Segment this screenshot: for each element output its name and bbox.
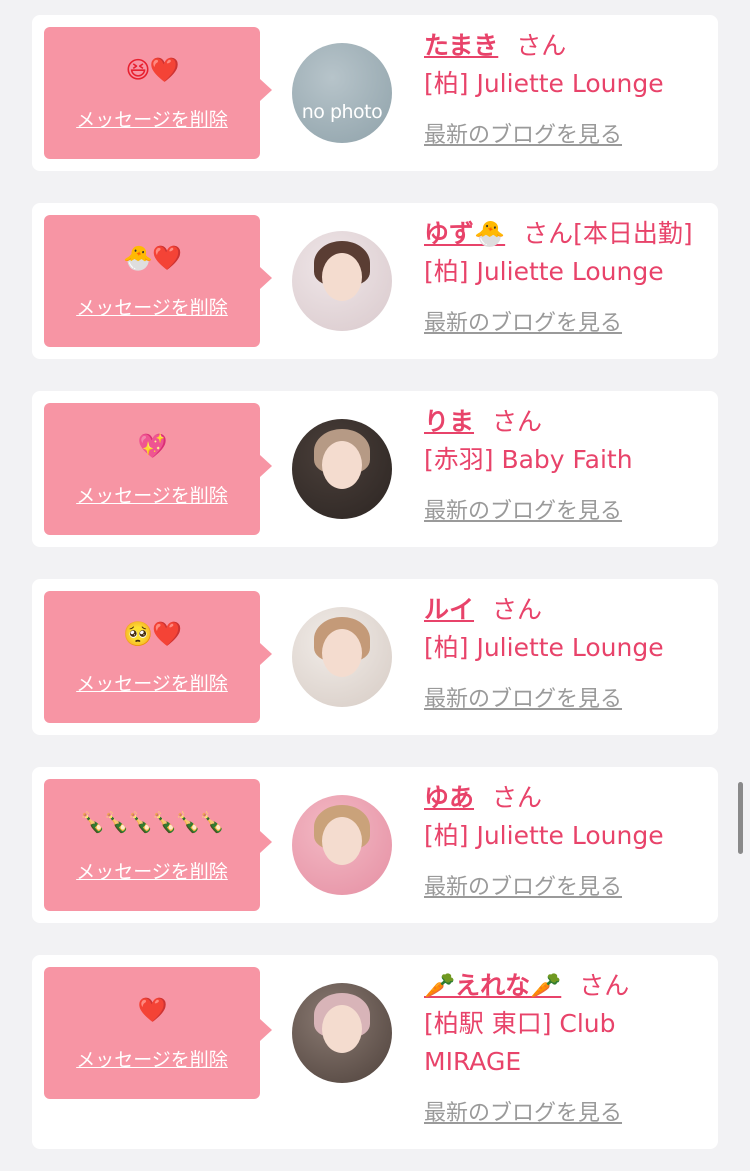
name-line: ルイ さん — [424, 591, 714, 629]
honorific-text: さん — [579, 971, 630, 1000]
message-bubble: 🐣❤️ メッセージを削除 — [44, 215, 272, 347]
avatar-face — [322, 629, 362, 677]
message-emoji: 😆❤️ — [125, 56, 180, 84]
message-emoji: 💖 — [137, 432, 168, 460]
latest-blog-link[interactable]: 最新のブログを見る — [424, 117, 622, 149]
cast-avatar[interactable]: no photo — [292, 43, 392, 143]
cast-info: ゆあ さん [柏] Juliette Lounge 最新のブログを見る — [424, 779, 714, 901]
scrollbar[interactable] — [738, 782, 743, 854]
honorific-text: さん — [492, 595, 543, 624]
honorific-text: さん[本日出勤] — [523, 219, 693, 248]
cast-name-link[interactable]: ゆあ — [424, 783, 474, 812]
message-bubble: 🥺❤️ メッセージを削除 — [44, 591, 272, 723]
cast-name-link[interactable]: ルイ — [424, 595, 474, 624]
cast-avatar[interactable] — [292, 419, 392, 519]
latest-blog-link[interactable]: 最新のブログを見る — [424, 1095, 622, 1127]
message-emoji: 🥺❤️ — [123, 620, 182, 648]
message-card: ❤️ メッセージを削除 🥕えれな🥕 さん [柏駅 東口] Club MIRAGE … — [32, 955, 718, 1149]
cast-info: たまき さん [柏] Juliette Lounge 最新のブログを見る — [424, 27, 714, 149]
no-photo-label: no photo — [301, 101, 383, 123]
latest-blog-link[interactable]: 最新のブログを見る — [424, 305, 622, 337]
cast-info: りま さん [赤羽] Baby Faith 最新のブログを見る — [424, 403, 714, 525]
message-card: 🍾🍾🍾🍾🍾🍾 メッセージを削除 ゆあ さん [柏] Juliette Lounge… — [32, 767, 718, 923]
delete-message-link[interactable]: メッセージを削除 — [44, 481, 260, 508]
cast-name-link[interactable]: たまき — [424, 31, 498, 60]
honorific-text: さん — [516, 31, 567, 60]
message-bubble: 😆❤️ メッセージを削除 — [44, 27, 272, 159]
avatar-face — [322, 1005, 362, 1053]
name-line: ゆあ さん — [424, 779, 714, 817]
honorific-text: さん — [492, 407, 543, 436]
cast-avatar[interactable] — [292, 607, 392, 707]
message-bubble: 🍾🍾🍾🍾🍾🍾 メッセージを削除 — [44, 779, 272, 911]
message-card: 😆❤️ メッセージを削除 no photo たまき さん [柏] Juliette… — [32, 15, 718, 171]
cast-name-link[interactable]: りま — [424, 407, 474, 436]
avatar-face — [322, 253, 362, 301]
avatar-face — [322, 441, 362, 489]
message-card: 🐣❤️ メッセージを削除 ゆず🐣 さん[本日出勤] [柏] Juliette Lo… — [32, 203, 718, 359]
latest-blog-link[interactable]: 最新のブログを見る — [424, 869, 622, 901]
message-emoji: 🍾🍾🍾🍾🍾🍾 — [80, 810, 224, 834]
message-emoji: 🐣❤️ — [123, 244, 182, 272]
message-bubble: 💖 メッセージを削除 — [44, 403, 272, 535]
shop-name: [柏] Juliette Lounge — [424, 257, 664, 286]
cast-name-link[interactable]: 🥕えれな🥕 — [424, 971, 561, 1000]
shop-name: [柏] Juliette Lounge — [424, 821, 664, 850]
shop-name: [柏] Juliette Lounge — [424, 633, 664, 662]
cast-avatar[interactable] — [292, 983, 392, 1083]
cast-info: ゆず🐣 さん[本日出勤] [柏] Juliette Lounge 最新のブログを見… — [424, 215, 714, 337]
latest-blog-link[interactable]: 最新のブログを見る — [424, 681, 622, 713]
message-card: 🥺❤️ メッセージを削除 ルイ さん [柏] Juliette Lounge 最新… — [32, 579, 718, 735]
shop-name: [赤羽] Baby Faith — [424, 445, 633, 474]
name-line: 🥕えれな🥕 さん — [424, 967, 714, 1005]
delete-message-link[interactable]: メッセージを削除 — [44, 293, 260, 320]
delete-message-link[interactable]: メッセージを削除 — [44, 105, 260, 132]
name-line: ゆず🐣 さん[本日出勤] — [424, 215, 714, 253]
name-line: たまき さん — [424, 27, 714, 65]
shop-name: [柏] Juliette Lounge — [424, 69, 664, 98]
message-bubble: ❤️ メッセージを削除 — [44, 967, 272, 1099]
delete-message-link[interactable]: メッセージを削除 — [44, 857, 260, 884]
message-emoji: ❤️ — [137, 996, 168, 1024]
cast-name-link[interactable]: ゆず🐣 — [424, 219, 505, 248]
honorific-text: さん — [492, 783, 543, 812]
message-list: 😆❤️ メッセージを削除 no photo たまき さん [柏] Juliette… — [0, 0, 750, 1171]
cast-avatar[interactable] — [292, 231, 392, 331]
shop-name: [柏駅 東口] Club MIRAGE — [424, 1009, 616, 1076]
cast-info: ルイ さん [柏] Juliette Lounge 最新のブログを見る — [424, 591, 714, 713]
message-card: 💖 メッセージを削除 りま さん [赤羽] Baby Faith 最新のブログを見… — [32, 391, 718, 547]
avatar-face — [322, 817, 362, 865]
cast-info: 🥕えれな🥕 さん [柏駅 東口] Club MIRAGE 最新のブログを見る — [424, 967, 714, 1127]
latest-blog-link[interactable]: 最新のブログを見る — [424, 493, 622, 525]
cast-avatar[interactable] — [292, 795, 392, 895]
delete-message-link[interactable]: メッセージを削除 — [44, 1045, 260, 1072]
delete-message-link[interactable]: メッセージを削除 — [44, 669, 260, 696]
name-line: りま さん — [424, 403, 714, 441]
